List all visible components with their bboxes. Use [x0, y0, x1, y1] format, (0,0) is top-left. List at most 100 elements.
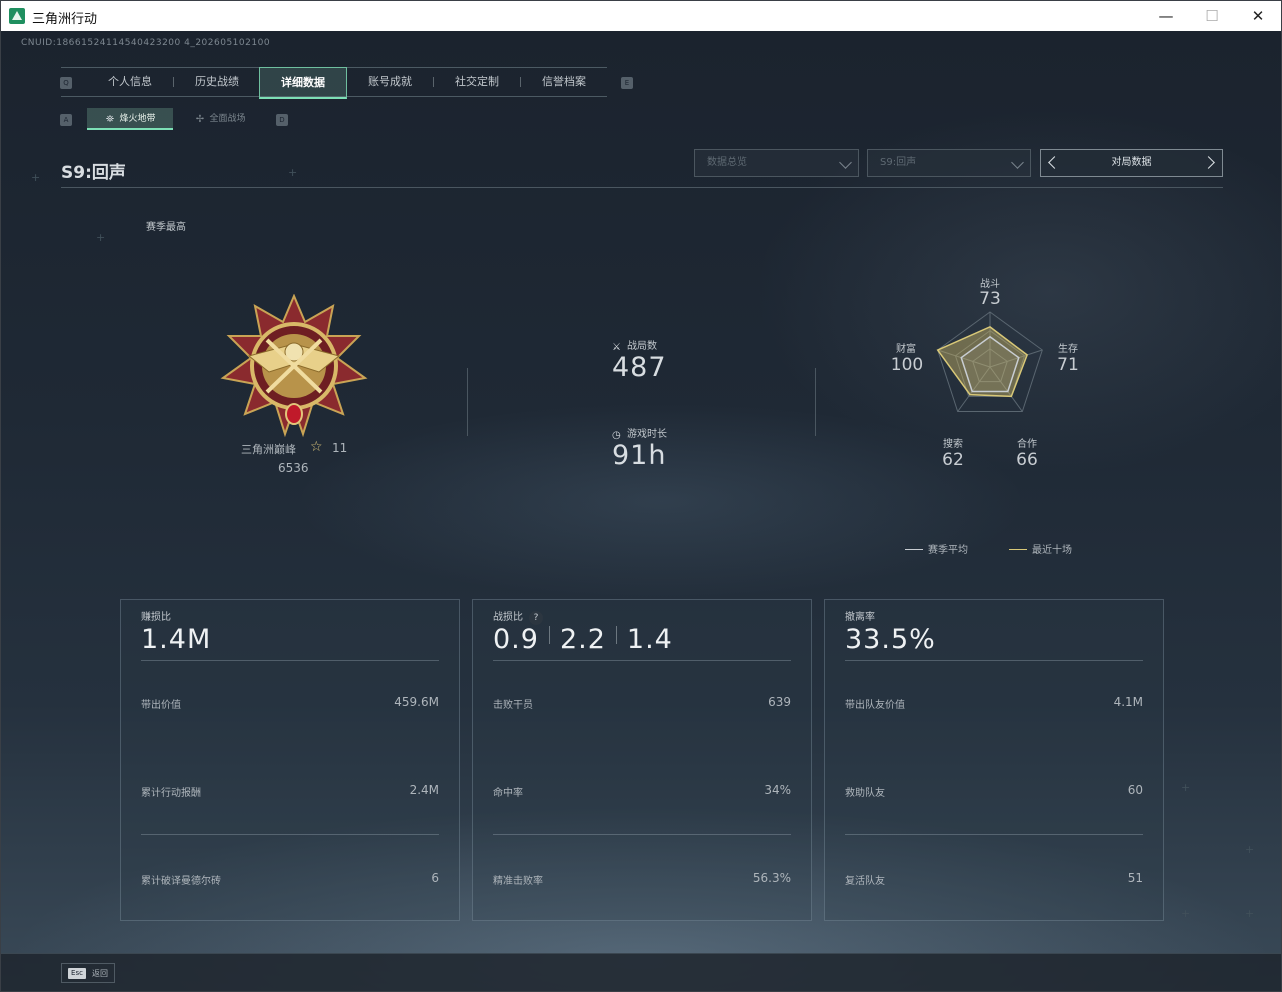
rank-score: 6536 [278, 461, 309, 475]
subtab-operations[interactable]: ⛯ 烽火地带 [87, 108, 173, 130]
deco-plus-icon: + [31, 171, 41, 184]
playtime-label-group: ◷ 游戏时长 [612, 425, 667, 441]
rank-badge-icon [220, 294, 368, 438]
kd-value-3: 1.4 [626, 624, 673, 655]
chevron-down-icon [839, 156, 852, 169]
match-data-pager: 对局数据 [1040, 149, 1223, 177]
card-divider [141, 660, 439, 661]
card-divider [141, 834, 439, 835]
card-row-label: 击败干员 [493, 700, 533, 711]
subnav-key-right[interactable]: D [276, 114, 288, 126]
minimize-button[interactable]: — [1143, 1, 1189, 31]
playtime-label: 游戏时长 [627, 429, 667, 440]
back-label: 返回 [92, 969, 108, 978]
tab-divider [173, 77, 174, 87]
kd-card: 战损比? 0.9 2.2 1.4 击败干员 639 命中率 34% 精准击败率 56… [472, 599, 812, 921]
card-label: 撤离率 [845, 612, 875, 623]
legend-recent10-label: 最近十场 [1032, 545, 1072, 556]
card-label: 赚损比 [141, 612, 171, 623]
card-row-label: 带出队友价值 [845, 700, 905, 711]
kd-separator [548, 626, 550, 644]
card-divider [845, 834, 1143, 835]
card-divider [845, 660, 1143, 661]
legend-season-avg: 赛季平均 [905, 541, 968, 556]
tab-history[interactable]: 历史战绩 [176, 67, 258, 99]
radar-value-survival: 71 [1057, 355, 1079, 375]
rank-name: 三角洲巅峰 [241, 443, 296, 456]
tab-social[interactable]: 社交定制 [436, 67, 518, 99]
bottom-bar: Esc 返回 [1, 953, 1281, 991]
tab-divider [433, 77, 434, 87]
kd-value-1: 0.9 [493, 624, 539, 655]
close-button[interactable]: ✕ [1235, 1, 1281, 31]
pager-label: 对局数据 [1111, 157, 1152, 168]
cnuid-text: CNUID:18661524114540423200 4_20260510210… [21, 38, 271, 48]
card-row-value: 639 [768, 695, 791, 709]
matches-label-group: ⚔ 战局数 [612, 337, 657, 353]
subtab-warfare[interactable]: ✢ 全面战场 [177, 108, 263, 130]
tab-detailed-data[interactable]: 详细数据 [259, 67, 347, 99]
back-button[interactable]: Esc 返回 [61, 963, 115, 983]
card-row-label: 精准击败率 [493, 876, 543, 887]
card-row-label: 救助队友 [845, 788, 885, 799]
card-row-value: 459.6M [394, 695, 439, 709]
radar-label-search: 搜索 [943, 439, 963, 450]
game-view: CNUID:18661524114540423200 4_20260510210… [1, 31, 1281, 991]
card-row-value: 4.1M [1113, 695, 1143, 709]
deco-plus-icon: + [1181, 781, 1191, 794]
card-row-value: 51 [1127, 871, 1143, 885]
card-row-value: 60 [1127, 783, 1143, 797]
nav-key-right[interactable]: E [621, 77, 633, 89]
legend-line-avg [905, 549, 923, 550]
radar-label-survival: 生存 [1058, 344, 1078, 355]
legend-line-recent [1009, 549, 1027, 550]
help-icon[interactable]: ? [529, 611, 543, 625]
card-row-label: 带出价值 [141, 700, 181, 711]
tab-personal-info[interactable]: 个人信息 [89, 67, 171, 99]
operations-icon: ⛯ [105, 114, 114, 125]
deco-plus-icon: + [1181, 907, 1191, 920]
card-big-value: 1.4M [141, 624, 212, 655]
season-title: S9:回声 [61, 163, 126, 183]
radar-label-wealth: 财富 [896, 344, 916, 355]
profit-card: 赚损比 1.4M 带出价值 459.6M 累计行动报酬 2.4M 累计破译曼德尔… [120, 599, 460, 921]
chevron-left-icon[interactable] [1048, 156, 1061, 169]
nav-key-left[interactable]: Q [60, 77, 72, 89]
tab-achievements[interactable]: 账号成就 [349, 67, 431, 99]
subtab-warfare-label: 全面战场 [209, 114, 246, 124]
extraction-card: 撤离率 33.5% 带出队友价值 4.1M 救助队友 60 复活队友 51 [824, 599, 1164, 921]
vertical-divider [467, 368, 468, 436]
data-overview-dropdown[interactable]: 数据总览 [694, 149, 859, 177]
chevron-right-icon[interactable] [1202, 156, 1215, 169]
card-big-value: 33.5% [845, 624, 936, 655]
card-row-label: 命中率 [493, 788, 523, 799]
kd-values: 0.9 2.2 1.4 [493, 624, 673, 655]
card-divider [493, 834, 791, 835]
maximize-button[interactable]: ☐ [1189, 1, 1235, 31]
card-row-value: 56.3% [752, 871, 791, 885]
star-icon: ☆ [310, 439, 323, 455]
playtime-value: 91h [612, 440, 667, 471]
esc-key: Esc [68, 968, 86, 979]
kd-value-2: 2.2 [559, 624, 606, 655]
season-dropdown[interactable]: S9:回声 [867, 149, 1031, 177]
game-window: 三角洲行动 — ☐ ✕ CNUID:18661524114540423200 4… [0, 0, 1282, 992]
deco-plus-icon: + [96, 231, 106, 244]
card-row-value: 34% [764, 783, 791, 797]
title-bar: 三角洲行动 — ☐ ✕ [1, 1, 1281, 31]
matches-value: 487 [612, 352, 667, 383]
card-row-value: 2.4M [409, 783, 439, 797]
card-row-label: 累计行动报酬 [141, 788, 201, 799]
tab-reputation[interactable]: 信誉档案 [523, 67, 605, 99]
legend-recent10: 最近十场 [1009, 541, 1072, 556]
radar-label-combat: 战斗 [980, 279, 1000, 290]
radar-value-search: 62 [942, 450, 964, 470]
app-icon [9, 8, 25, 24]
card-label: 战损比 [493, 612, 523, 623]
dropdown2-value: S9:回声 [880, 157, 917, 168]
legend-season-avg-label: 赛季平均 [928, 545, 968, 556]
header-divider [61, 187, 1223, 188]
season-best-label: 赛季最高 [146, 222, 186, 233]
subnav-key-left[interactable]: A [60, 114, 72, 126]
card-label-group: 战损比? [493, 608, 543, 625]
